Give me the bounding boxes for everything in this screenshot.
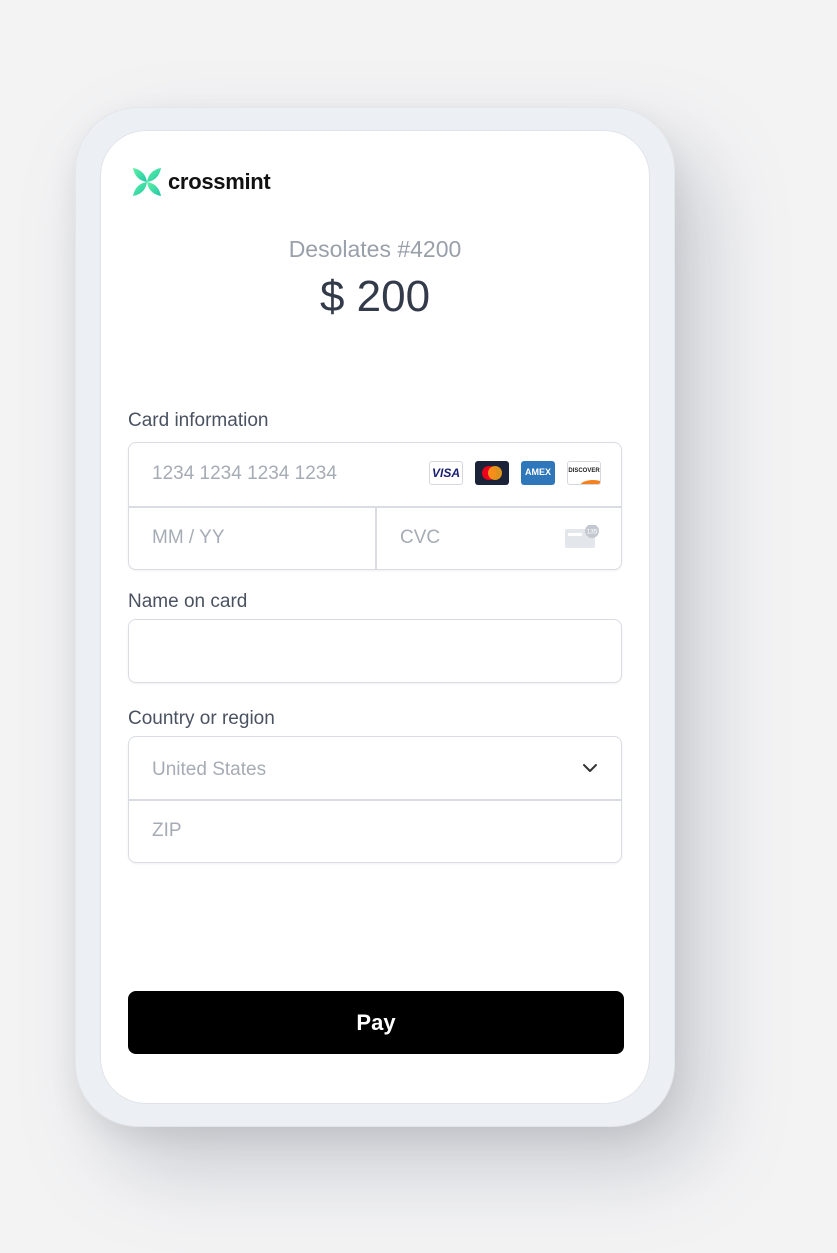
- cvc-icon-text: 135: [587, 529, 598, 536]
- divider: [375, 506, 377, 569]
- pay-button[interactable]: Pay: [128, 991, 624, 1054]
- country-select[interactable]: United States: [152, 759, 266, 781]
- product-name: Desolates #4200: [288, 236, 462, 262]
- expiry-input[interactable]: MM / YY: [152, 527, 225, 549]
- card-info-group: 1234 1234 1234 1234 VISA AMEX DISCOVER M…: [128, 442, 622, 570]
- country-label: Country or region: [128, 708, 275, 729]
- discover-icon: DISCOVER: [567, 461, 601, 485]
- zip-input[interactable]: ZIP: [152, 820, 182, 842]
- mastercard-icon: [475, 461, 509, 485]
- product-price: $ 200: [319, 272, 431, 321]
- name-on-card-label: Name on card: [128, 591, 248, 612]
- brand-logo: crossmint: [131, 166, 271, 198]
- country-group: United States ZIP: [128, 736, 622, 863]
- visa-icon: VISA: [429, 461, 463, 485]
- name-on-card-input[interactable]: [128, 619, 622, 683]
- crossmint-logo-icon: [133, 168, 161, 196]
- chevron-down-icon[interactable]: [581, 759, 599, 777]
- brand-name: crossmint: [168, 169, 271, 194]
- divider: [129, 799, 621, 801]
- card-info-label: Card information: [128, 410, 269, 431]
- cvc-input[interactable]: CVC: [400, 527, 440, 549]
- cvc-card-icon: 135: [565, 525, 599, 548]
- amex-icon: AMEX: [521, 461, 555, 485]
- card-brand-logos: VISA AMEX DISCOVER: [429, 461, 601, 485]
- card-number-input[interactable]: 1234 1234 1234 1234: [152, 463, 337, 485]
